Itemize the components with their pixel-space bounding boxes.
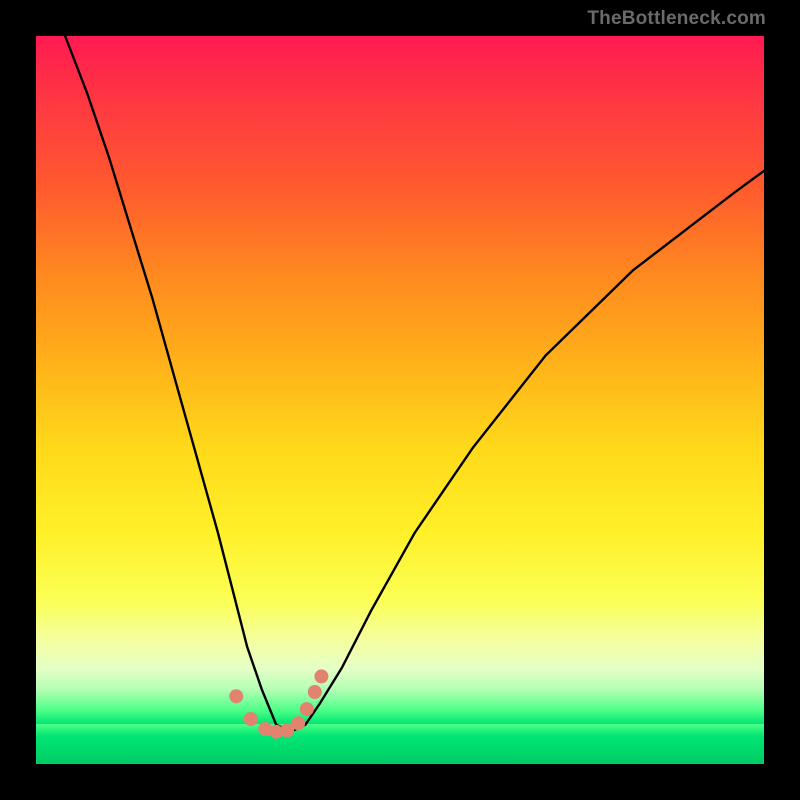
curve-markers [229,669,328,738]
curve-marker [314,669,328,683]
attribution-text: TheBottleneck.com [587,8,766,30]
plot-area [36,36,764,764]
curve-marker [291,716,305,730]
curve-marker [300,702,314,716]
bottleneck-curve [65,36,764,732]
curve-layer [36,36,764,764]
curve-marker [244,712,258,726]
curve-marker [229,689,243,703]
curve-marker [308,685,322,699]
chart-frame: TheBottleneck.com [0,0,800,800]
